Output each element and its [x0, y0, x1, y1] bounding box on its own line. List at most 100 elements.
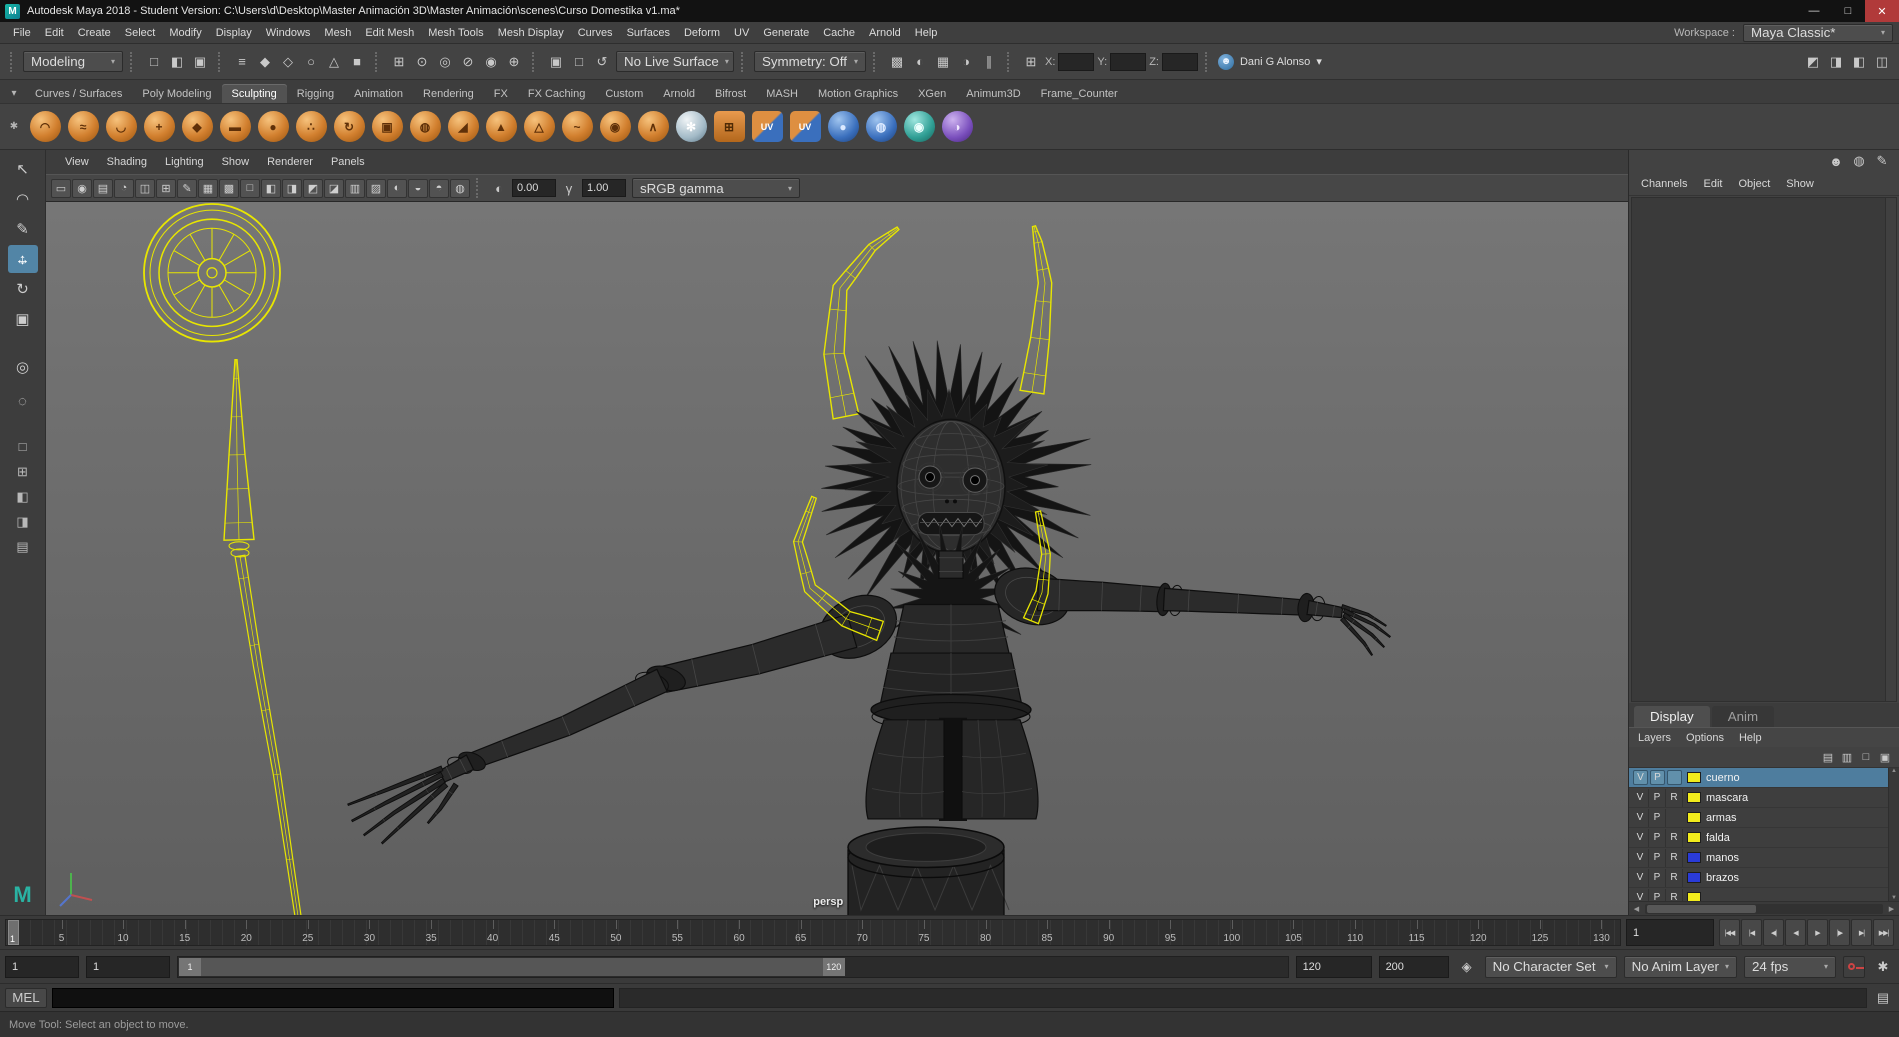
- animation-preferences-icon[interactable]: ✱: [1872, 956, 1894, 978]
- divider-grip[interactable]: [1007, 52, 1013, 72]
- shelf-tab-poly-modeling[interactable]: Poly Modeling: [132, 84, 221, 103]
- textured-mode-icon[interactable]: ◐: [387, 179, 407, 198]
- current-time-marker[interactable]: 1: [8, 920, 19, 945]
- current-time-field[interactable]: [1626, 919, 1714, 946]
- anim-layer-dropdown[interactable]: No Anim Layer ▾: [1624, 956, 1737, 978]
- layer-row-mascara[interactable]: VPRmascara: [1629, 788, 1899, 808]
- layout-custom[interactable]: ▤: [9, 535, 37, 558]
- exposure-icon[interactable]: ◐: [488, 177, 510, 199]
- viewport-menu-renderer[interactable]: Renderer: [258, 154, 322, 170]
- character-editor-icon[interactable]: ☻: [1825, 150, 1847, 172]
- layer-visibility-toggle[interactable]: V: [1632, 809, 1649, 827]
- viewport-menu-shading[interactable]: Shading: [98, 154, 156, 170]
- rotate-tool[interactable]: ↻: [8, 275, 38, 303]
- spray-tool-icon[interactable]: ∴: [293, 108, 329, 146]
- scroll-right-icon[interactable]: ▶: [1884, 902, 1899, 915]
- layer-playback-toggle[interactable]: P: [1649, 849, 1666, 867]
- shelf-tab-motion-graphics[interactable]: Motion Graphics: [808, 84, 908, 103]
- uv-set-editor-icon[interactable]: UV: [787, 108, 823, 146]
- minimize-button[interactable]: —: [1797, 0, 1831, 22]
- divider-grip[interactable]: [375, 52, 381, 72]
- fps-dropdown[interactable]: 24 fps ▾: [1744, 956, 1836, 978]
- shelf-tab-curves-surfaces[interactable]: Curves / Surfaces: [25, 84, 132, 103]
- close-button[interactable]: ✕: [1865, 0, 1899, 22]
- layer-color-swatch[interactable]: [1687, 892, 1701, 901]
- layer-editor-tab-display[interactable]: Display: [1634, 706, 1710, 727]
- z-input[interactable]: [1162, 53, 1198, 71]
- layer-playback-toggle[interactable]: P: [1650, 770, 1665, 785]
- workspace-dropdown[interactable]: Maya Classic* ▾: [1743, 24, 1893, 42]
- step-back-frame-button[interactable]: ◀|: [1763, 919, 1784, 946]
- playback-range-bar[interactable]: 1 120: [179, 958, 845, 976]
- layer-visibility-toggle[interactable]: V: [1633, 770, 1648, 785]
- shelf-tab-animation[interactable]: Animation: [344, 84, 413, 103]
- menu-surfaces[interactable]: Surfaces: [620, 25, 677, 41]
- sculpt-tool-icon[interactable]: ◠: [27, 108, 63, 146]
- select-by-component-icon[interactable]: ◇: [277, 51, 299, 73]
- divider-grip[interactable]: [130, 52, 136, 72]
- shelf-tab-bifrost[interactable]: Bifrost: [705, 84, 756, 103]
- resolution-gate-icon[interactable]: □: [240, 179, 260, 198]
- viewport-menu-view[interactable]: View: [56, 154, 98, 170]
- layer-playback-toggle[interactable]: P: [1649, 809, 1666, 827]
- layer-row-armas[interactable]: VParmas: [1629, 808, 1899, 828]
- playback-speed-icon[interactable]: ◈: [1456, 956, 1478, 978]
- shelf-tab-xgen[interactable]: XGen: [908, 84, 956, 103]
- add-layer-from-selected-icon[interactable]: ▣: [1876, 749, 1894, 766]
- shelf-tab-custom[interactable]: Custom: [595, 84, 653, 103]
- layer-playback-toggle[interactable]: P: [1649, 829, 1666, 847]
- layer-reference-toggle[interactable]: R: [1666, 849, 1683, 867]
- maximize-button[interactable]: □: [1831, 0, 1865, 22]
- toggle-modeling-toolkit-icon[interactable]: ◩: [1802, 51, 1824, 73]
- step-forward-key-button[interactable]: ▶|: [1851, 919, 1872, 946]
- notes-icon[interactable]: ✎: [1871, 150, 1893, 172]
- step-back-key-button[interactable]: |◀: [1741, 919, 1762, 946]
- x-input[interactable]: [1058, 53, 1094, 71]
- channel-box-menu-edit[interactable]: Edit: [1703, 178, 1722, 190]
- toggle-channel-box-icon[interactable]: ◫: [1871, 51, 1893, 73]
- channel-box-menu-show[interactable]: Show: [1786, 178, 1814, 190]
- layer-playback-toggle[interactable]: P: [1649, 869, 1666, 887]
- divider-grip[interactable]: [10, 52, 16, 72]
- divider-grip[interactable]: [532, 52, 538, 72]
- uv-editor-icon[interactable]: UV: [749, 108, 785, 146]
- menu-cache[interactable]: Cache: [816, 25, 862, 41]
- divider-grip[interactable]: [1205, 52, 1211, 72]
- pinch-tool-icon[interactable]: ◆: [179, 108, 215, 146]
- menu-edit-mesh[interactable]: Edit Mesh: [358, 25, 421, 41]
- auto-keyframe-toggle[interactable]: [1843, 956, 1865, 978]
- new-scene-icon[interactable]: □: [143, 51, 165, 73]
- scroll-left-icon[interactable]: ◀: [1629, 902, 1644, 915]
- shelf-tab-animum3d[interactable]: Animum3D: [956, 84, 1030, 103]
- shelf-menu-icon[interactable]: ▾: [3, 83, 25, 103]
- toggle-attribute-editor-icon[interactable]: ◨: [1825, 51, 1847, 73]
- grid-toggle-icon[interactable]: ⊞: [1020, 51, 1042, 73]
- layer-color-swatch[interactable]: [1687, 792, 1701, 803]
- gate-mask-icon[interactable]: ◧: [261, 179, 281, 198]
- wireframe-mode-icon[interactable]: ▥: [345, 179, 365, 198]
- select-by-hierarchy-icon[interactable]: ≡: [231, 51, 253, 73]
- layer-visibility-toggle[interactable]: V: [1632, 869, 1649, 887]
- go-to-end-button[interactable]: ▶▶|: [1873, 919, 1894, 946]
- layout-pane-split[interactable]: ◨: [9, 510, 37, 533]
- shelf-tab-mash[interactable]: MASH: [756, 84, 808, 103]
- go-to-start-button[interactable]: |◀◀: [1719, 919, 1740, 946]
- channel-box-menu-object[interactable]: Object: [1738, 178, 1770, 190]
- menu-edit[interactable]: Edit: [38, 25, 71, 41]
- divider-grip[interactable]: [476, 178, 482, 198]
- select-mask-lines-icon[interactable]: △: [323, 51, 345, 73]
- shelf-options-gear-icon[interactable]: ✱: [3, 117, 25, 137]
- symmetry-dropdown[interactable]: Symmetry: Off ▾: [754, 51, 866, 72]
- grease-pencil-icon[interactable]: ✎: [177, 179, 197, 198]
- layer-editor-menu-layers[interactable]: Layers: [1638, 732, 1671, 744]
- menu-deform[interactable]: Deform: [677, 25, 727, 41]
- layer-row-manos[interactable]: VPRmanos: [1629, 848, 1899, 868]
- last-tool-icon[interactable]: ◎: [8, 353, 38, 381]
- film-gate-icon[interactable]: ▩: [219, 179, 239, 198]
- smooth-tool-icon[interactable]: ≈: [65, 108, 101, 146]
- paint-select-tool[interactable]: ✎: [8, 215, 38, 243]
- falloff-sphere-icon[interactable]: ◑: [939, 108, 975, 146]
- layer-color-swatch[interactable]: [1687, 812, 1701, 823]
- layer-editor-tab-anim[interactable]: Anim: [1712, 706, 1774, 727]
- layer-list-vscrollbar[interactable]: ▲ ▼: [1888, 768, 1899, 901]
